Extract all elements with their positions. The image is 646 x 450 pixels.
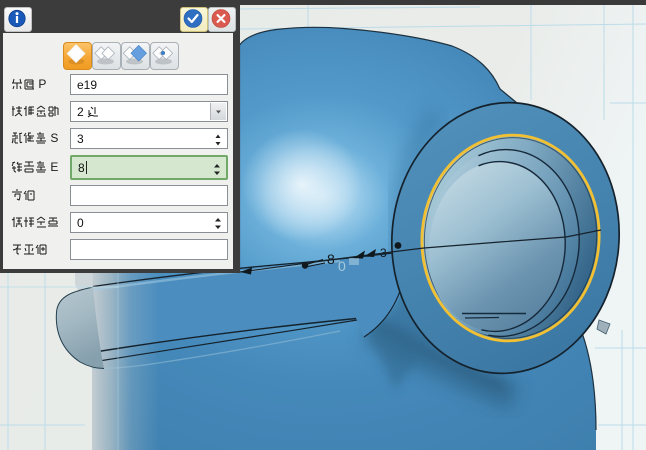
svg-text:3: 3 <box>380 246 387 260</box>
svg-text:8: 8 <box>327 251 335 267</box>
svg-text:0: 0 <box>338 258 346 274</box>
